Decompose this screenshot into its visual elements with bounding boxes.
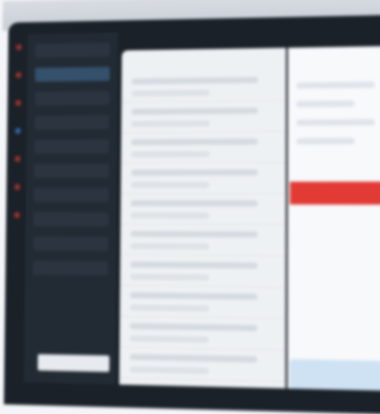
selected-block[interactable] bbox=[289, 359, 380, 391]
sidebar-item[interactable] bbox=[34, 90, 110, 106]
list-item[interactable] bbox=[120, 132, 286, 164]
sidebar-item-active[interactable] bbox=[34, 66, 110, 82]
list-item[interactable] bbox=[120, 255, 286, 288]
sidebar-item[interactable] bbox=[34, 115, 110, 130]
sidebar-item[interactable] bbox=[33, 187, 109, 203]
sidebar-item[interactable] bbox=[34, 139, 110, 154]
sidebar-item[interactable] bbox=[33, 163, 110, 178]
sidebar-item[interactable] bbox=[32, 260, 109, 276]
chat-icon[interactable] bbox=[15, 99, 22, 106]
list-item[interactable] bbox=[119, 347, 286, 383]
list-header bbox=[122, 48, 286, 73]
calendar-icon[interactable] bbox=[14, 127, 21, 134]
sidebar bbox=[23, 32, 119, 385]
detail-text-line bbox=[296, 81, 375, 89]
detail-text-line bbox=[296, 137, 356, 145]
detail-text-line bbox=[296, 118, 375, 126]
list-item[interactable] bbox=[121, 101, 286, 134]
detail-header bbox=[288, 46, 380, 70]
star-icon[interactable] bbox=[15, 72, 22, 79]
detail-text-line bbox=[296, 100, 356, 108]
list-item[interactable] bbox=[120, 224, 286, 257]
detail-panel bbox=[287, 46, 380, 391]
folder-icon[interactable] bbox=[14, 155, 21, 162]
list-item[interactable] bbox=[119, 285, 286, 320]
message-list bbox=[119, 47, 286, 389]
sidebar-bottom-button[interactable] bbox=[37, 354, 110, 372]
alert-banner[interactable] bbox=[289, 181, 380, 205]
inbox-icon[interactable] bbox=[15, 44, 22, 51]
list-item[interactable] bbox=[120, 163, 286, 195]
user-icon[interactable] bbox=[13, 212, 20, 219]
bell-icon[interactable] bbox=[14, 183, 21, 190]
sidebar-item[interactable] bbox=[35, 42, 111, 58]
list-item[interactable] bbox=[120, 194, 286, 226]
list-item[interactable] bbox=[121, 70, 286, 103]
list-item[interactable] bbox=[119, 316, 286, 351]
app-window bbox=[0, 0, 380, 414]
sidebar-item[interactable] bbox=[33, 236, 109, 252]
sidebar-item[interactable] bbox=[33, 212, 109, 227]
